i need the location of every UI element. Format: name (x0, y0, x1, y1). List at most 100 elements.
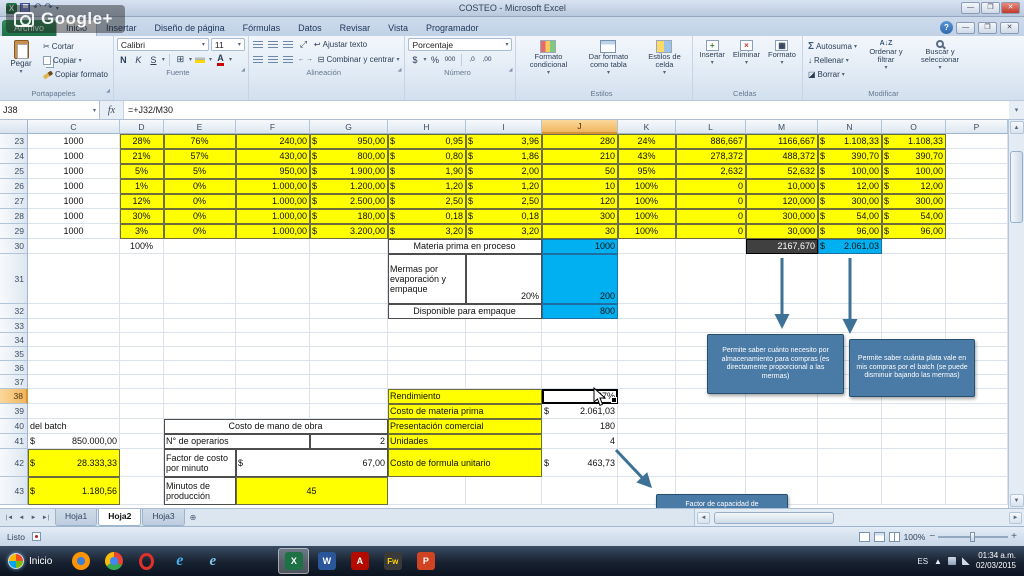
cell-N26[interactable]: $12,00 (818, 179, 882, 194)
cell-H27[interactable]: $2,50 (388, 194, 466, 209)
row-header-38[interactable]: 38 (0, 389, 28, 404)
cell-K42[interactable] (618, 449, 676, 477)
cell-H29[interactable]: $3,20 (388, 224, 466, 239)
row-header-42[interactable]: 42 (0, 449, 28, 477)
row-header-27[interactable]: 27 (0, 194, 28, 209)
next-sheet-icon[interactable]: ► (28, 515, 39, 521)
cell-O41[interactable] (882, 434, 946, 449)
cell-O24[interactable]: $390,70 (882, 149, 946, 164)
cell-L25[interactable]: 2,632 (676, 164, 746, 179)
cell-M24[interactable]: 488,372 (746, 149, 818, 164)
cell-C32[interactable] (28, 304, 120, 319)
powerpoint-taskbar-button[interactable]: P (410, 548, 441, 574)
cell-D28[interactable]: 30% (120, 209, 164, 224)
align-left-button[interactable] (252, 53, 265, 66)
cell-D33[interactable] (120, 319, 164, 333)
cell-C33[interactable] (28, 319, 120, 333)
cell-C35[interactable] (28, 347, 120, 361)
conditional-formatting-button[interactable]: Formato condicional▾ (519, 38, 577, 79)
cell-I26[interactable]: $1,20 (466, 179, 542, 194)
cell-K38[interactable] (618, 389, 676, 404)
column-header-F[interactable]: F (236, 120, 310, 134)
row-header-39[interactable]: 39 (0, 404, 28, 419)
cell-O43[interactable] (882, 477, 946, 505)
cell-C38[interactable] (28, 389, 120, 404)
cell-J24[interactable]: 210 (542, 149, 618, 164)
cell-I43[interactable] (466, 477, 542, 505)
borders-button[interactable]: ⊞ (174, 53, 187, 66)
cell-C36[interactable] (28, 361, 120, 375)
cell-N41[interactable] (818, 434, 882, 449)
acrobat-taskbar-button[interactable]: A (344, 548, 375, 574)
cell-H36[interactable] (388, 361, 466, 375)
cell-I25[interactable]: $2,00 (466, 164, 542, 179)
formula-bar-expand-icon[interactable]: ▾ (1009, 101, 1024, 119)
cell-H38[interactable]: Rendimiento (388, 389, 542, 404)
cell-J42[interactable]: $463,73 (542, 449, 618, 477)
cell-K29[interactable]: 100% (618, 224, 676, 239)
cell-D39[interactable] (120, 404, 164, 419)
ribbon-tab-revisar[interactable]: Revisar (331, 20, 380, 36)
first-sheet-icon[interactable]: |◄ (4, 515, 15, 521)
excel-taskbar-button[interactable]: X (278, 548, 309, 574)
format-cells-button[interactable]: ▦ Formato▾ (765, 38, 799, 69)
cell-I33[interactable] (466, 319, 542, 333)
font-color-button[interactable]: A (214, 53, 227, 66)
cell-C30[interactable] (28, 239, 120, 254)
cell-L24[interactable]: 278,372 (676, 149, 746, 164)
column-header-O[interactable]: O (882, 120, 946, 134)
cell-O26[interactable]: $12,00 (882, 179, 946, 194)
column-header-E[interactable]: E (164, 120, 236, 134)
cell-L42[interactable] (676, 449, 746, 477)
column-header-L[interactable]: L (676, 120, 746, 134)
cell-P24[interactable] (946, 149, 1008, 164)
cell-C26[interactable]: 1000 (28, 179, 120, 194)
cell-O31[interactable] (882, 254, 946, 304)
cell-I24[interactable]: $1,86 (466, 149, 542, 164)
cell-M30[interactable]: 2167,670 (746, 239, 818, 254)
cell-N43[interactable] (818, 477, 882, 505)
cell-K36[interactable] (618, 361, 676, 375)
cell-E38[interactable] (164, 389, 236, 404)
sheet-tab-hoja2[interactable]: Hoja2 (98, 509, 141, 526)
row-header-33[interactable]: 33 (0, 319, 28, 333)
cell-I23[interactable]: $3,96 (466, 134, 542, 149)
cell-L28[interactable]: 0 (676, 209, 746, 224)
row-header-30[interactable]: 30 (0, 239, 28, 254)
ribbon-tab-f-rmulas[interactable]: Fórmulas (234, 20, 290, 36)
find-select-button[interactable]: Buscar y seleccionar▾ (913, 38, 967, 74)
cell-E24[interactable]: 57% (164, 149, 236, 164)
cell-C27[interactable]: 1000 (28, 194, 120, 209)
cell-E43[interactable]: Minutos de producción (164, 477, 236, 505)
cell-L40[interactable] (676, 419, 746, 434)
cell-J33[interactable] (542, 319, 618, 333)
cell-O42[interactable] (882, 449, 946, 477)
row-header-29[interactable]: 29 (0, 224, 28, 239)
zoom-out-icon[interactable]: − (929, 531, 935, 542)
cell-K25[interactable]: 95% (618, 164, 676, 179)
cell-K27[interactable]: 100% (618, 194, 676, 209)
dialog-launcher-icon[interactable]: ◢ (509, 64, 513, 77)
bold-button[interactable]: N (117, 53, 130, 66)
font-name-select[interactable]: Calibri▾ (117, 38, 209, 51)
word-taskbar-button[interactable]: W (311, 548, 342, 574)
cell-D35[interactable] (120, 347, 164, 361)
cell-K23[interactable]: 24% (618, 134, 676, 149)
cell-H28[interactable]: $0,18 (388, 209, 466, 224)
cell-N42[interactable] (818, 449, 882, 477)
row-header-31[interactable]: 31 (0, 254, 28, 304)
cell-G27[interactable]: $2.500,00 (310, 194, 388, 209)
select-all-corner[interactable] (0, 120, 28, 134)
underline-button[interactable]: S (147, 53, 160, 66)
cell-F32[interactable] (236, 304, 310, 319)
column-header-G[interactable]: G (310, 120, 388, 134)
cell-G39[interactable] (310, 404, 388, 419)
currency-format-button[interactable]: $ (408, 53, 421, 66)
column-header-C[interactable]: C (28, 120, 120, 134)
cell-G31[interactable] (310, 254, 388, 304)
orientation-button[interactable]: ⤢ (297, 38, 310, 51)
cell-F31[interactable] (236, 254, 310, 304)
cell-L23[interactable]: 886,667 (676, 134, 746, 149)
cell-C29[interactable]: 1000 (28, 224, 120, 239)
cell-K32[interactable] (618, 304, 676, 319)
